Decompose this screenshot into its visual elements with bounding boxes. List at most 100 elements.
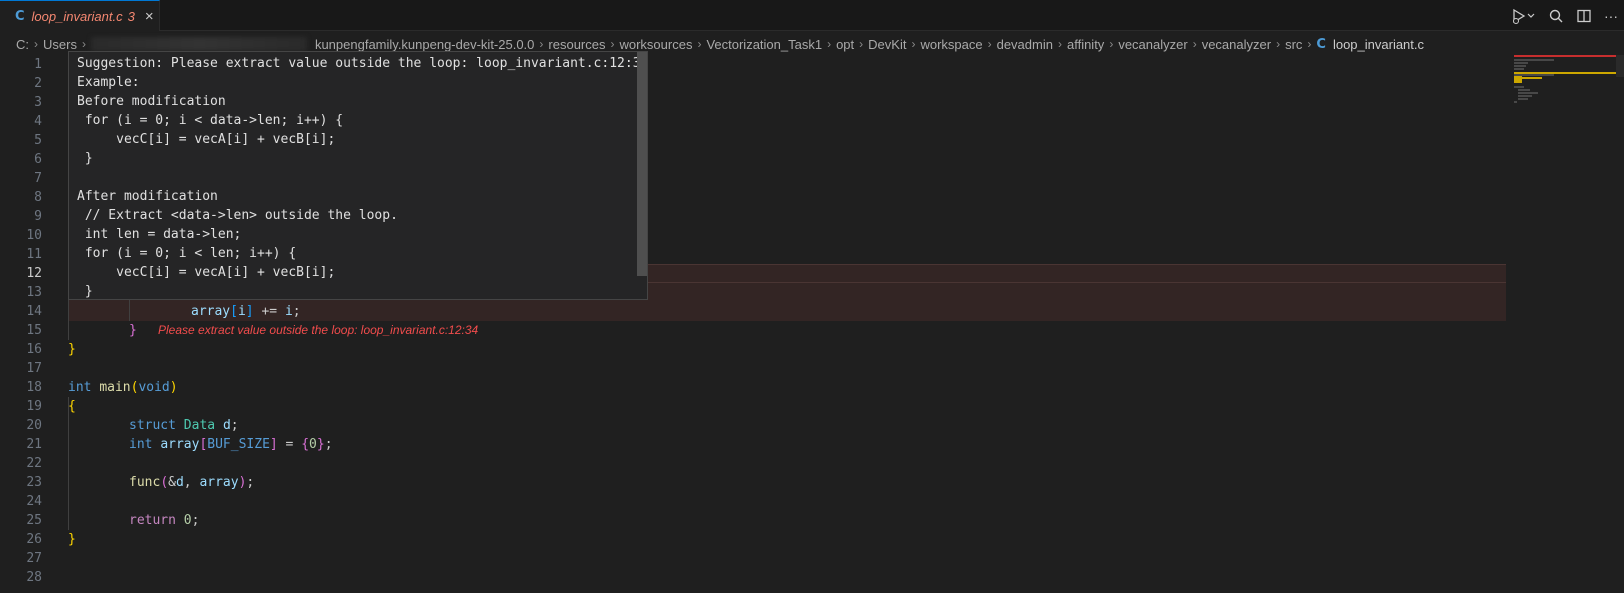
code-token: BUF_SIZE xyxy=(207,437,270,452)
chevron-right-icon: › xyxy=(1109,37,1114,51)
line-number: 24 xyxy=(26,494,42,509)
code-line-18: int main(void) xyxy=(68,378,178,397)
breadcrumb-workspace[interactable]: workspace xyxy=(920,37,982,52)
line-number: 28 xyxy=(26,570,42,585)
code-token: d xyxy=(222,418,231,433)
code-token: ; xyxy=(292,304,301,319)
minimap-line xyxy=(1518,92,1538,94)
line-number: 19 xyxy=(26,399,42,414)
code-token: i xyxy=(237,304,246,319)
minimap-warning-marker xyxy=(1514,76,1522,83)
code-token: array xyxy=(199,475,239,490)
more-actions-button[interactable]: ··· xyxy=(1604,8,1618,24)
code-token: 0 xyxy=(309,437,317,452)
breadcrumb-devadmin[interactable]: devadmin xyxy=(997,37,1053,52)
hover-content: Suggestion: Please extract value outside… xyxy=(77,54,648,299)
code-token: ; xyxy=(191,513,200,528)
breadcrumb-opt[interactable]: opt xyxy=(836,37,854,52)
line-number: 1 xyxy=(34,57,42,72)
breadcrumb-drive[interactable]: C: xyxy=(16,37,29,52)
code-token: [ xyxy=(230,304,238,319)
breadcrumb-extension[interactable]: kunpengfamily.kunpeng-dev-kit-25.0.0 xyxy=(315,37,534,52)
breadcrumb-users[interactable]: Users xyxy=(43,37,77,52)
hover-line: int len = data->len; xyxy=(77,227,242,242)
minimap-line xyxy=(1518,98,1528,100)
chevron-right-icon: › xyxy=(1276,37,1281,51)
line-number: 23 xyxy=(26,475,42,490)
chevron-right-icon: › xyxy=(1057,37,1062,51)
breadcrumb-task[interactable]: Vectorization_Task1 xyxy=(706,37,822,52)
breadcrumb-vecanalyzer[interactable]: vecanalyzer xyxy=(1118,37,1187,52)
hover-line: Suggestion: Please extract value outside… xyxy=(77,56,648,71)
code-token: array xyxy=(160,437,200,452)
run-debug-icon xyxy=(1513,8,1535,24)
minimap-line xyxy=(1514,86,1524,88)
breadcrumb-file[interactable]: loop_invariant.c xyxy=(1333,37,1424,52)
line-number: 21 xyxy=(26,437,42,452)
code-token: ] xyxy=(245,304,254,319)
chevron-right-icon: › xyxy=(1307,37,1312,51)
breadcrumb-worksources[interactable]: worksources xyxy=(619,37,692,52)
hover-suggestion-popup[interactable]: Suggestion: Please extract value outside… xyxy=(68,51,648,300)
run-debug-button[interactable] xyxy=(1510,7,1536,25)
tab-loop-invariant[interactable]: C loop_invariant.c 3 × xyxy=(0,0,160,31)
code-token: & xyxy=(168,475,176,490)
code-line-21: int array[BUF_SIZE] = {0}; xyxy=(129,435,333,454)
breadcrumb-affinity[interactable]: affinity xyxy=(1067,37,1104,52)
line-number-active: 12 xyxy=(26,266,42,281)
line-number: 15 xyxy=(26,323,42,338)
hover-scrollbar[interactable] xyxy=(637,52,647,276)
line-number: 6 xyxy=(34,152,42,167)
breadcrumb-src[interactable]: src xyxy=(1285,37,1302,52)
breadcrumb-vecanalyzer-2[interactable]: vecanalyzer xyxy=(1202,37,1271,52)
line-number: 22 xyxy=(26,456,42,471)
code-token: int xyxy=(68,380,92,395)
hover-line: vecC[i] = vecA[i] + vecB[i]; xyxy=(77,265,336,280)
breadcrumb-devkit[interactable]: DevKit xyxy=(868,37,906,52)
line-number: 7 xyxy=(34,171,42,186)
code-line-23: func(&d, array); xyxy=(129,473,254,492)
chevron-right-icon: › xyxy=(827,37,832,51)
inline-diagnostic-message[interactable]: Please extract value outside the loop: l… xyxy=(158,321,478,340)
tab-problem-count: 3 xyxy=(127,8,135,24)
chevron-right-icon: › xyxy=(539,37,544,51)
hover-line: After modification xyxy=(77,189,218,204)
minimap-line xyxy=(1514,65,1526,67)
chevron-right-icon: › xyxy=(987,37,992,51)
editor-actions: ··· xyxy=(1510,0,1618,31)
code-line-25: return 0; xyxy=(129,511,199,530)
close-icon[interactable]: × xyxy=(145,8,154,25)
code-token: main xyxy=(99,380,131,395)
breadcrumb-resources[interactable]: resources xyxy=(548,37,605,52)
line-number: 11 xyxy=(26,247,42,262)
code-token: ; xyxy=(324,437,333,452)
hover-line xyxy=(77,168,647,187)
split-editor-button[interactable] xyxy=(1576,8,1592,24)
code-line-14: array[i] += i; xyxy=(191,302,301,321)
tab-filename: loop_invariant.c xyxy=(31,8,123,24)
code-line-19: { xyxy=(68,399,76,414)
code-token: ; xyxy=(246,475,255,490)
minimap-line xyxy=(1518,95,1532,97)
chevron-right-icon: › xyxy=(34,37,38,51)
code-line-20: struct Data d; xyxy=(129,416,239,435)
code-token: i xyxy=(284,304,293,319)
code-token: d xyxy=(175,475,184,490)
line-number: 8 xyxy=(34,190,42,205)
code-token: += xyxy=(253,304,285,319)
code-line-26: } xyxy=(68,532,76,547)
editor-tab-bar: C loop_invariant.c 3 × ··· xyxy=(0,0,1624,31)
chevron-right-icon: › xyxy=(81,37,86,51)
chevron-right-icon: › xyxy=(610,37,615,51)
code-token: ] xyxy=(269,437,278,452)
chevron-right-icon: › xyxy=(697,37,702,51)
minimap[interactable] xyxy=(1512,55,1624,593)
line-number: 18 xyxy=(26,380,42,395)
hover-line: } xyxy=(77,151,93,166)
minimap-warning-marker xyxy=(1522,77,1542,79)
c-file-icon: C xyxy=(15,8,25,24)
search-button[interactable] xyxy=(1548,8,1564,24)
minimap-error-marker xyxy=(1514,55,1620,57)
minimap-line xyxy=(1514,101,1517,103)
vertical-scrollbar-thumb[interactable] xyxy=(1616,55,1624,77)
